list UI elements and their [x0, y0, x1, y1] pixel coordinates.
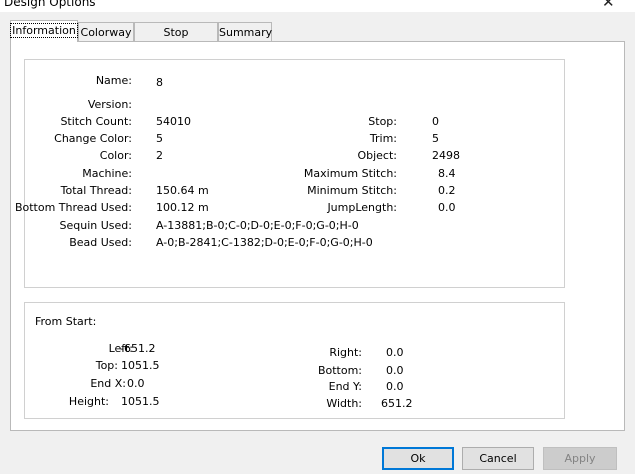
jump-length-label: JumpLength: [327, 201, 397, 214]
top-label: Top: [95, 359, 118, 372]
tab-summary-label: Summary [219, 26, 273, 39]
tab-information-label: Information [10, 23, 78, 38]
title-bar: Design Options ✕ [0, 0, 635, 12]
change-color-value: 5 [156, 132, 163, 145]
stop-label: Stop: [368, 115, 397, 128]
height-label: Height: [68, 395, 109, 408]
from-start-heading: From Start: [35, 315, 97, 328]
left-value: -651.2 [120, 342, 156, 355]
tab-colorway-label: Colorway [80, 26, 132, 39]
object-label: Object: [357, 149, 397, 162]
maximum-stitch-label: Maximum Stitch: [303, 167, 397, 180]
end-y-label: End Y: [328, 380, 362, 393]
ok-button[interactable]: Ok [382, 447, 454, 470]
minimum-stitch-value: 0.2 [438, 184, 456, 197]
trim-value: 5 [432, 132, 439, 145]
bead-used-label: Bead Used: [69, 236, 132, 249]
apply-button[interactable]: Apply [543, 447, 617, 470]
total-thread-value: 150.64 m [156, 184, 209, 197]
right-value: 0.0 [386, 346, 404, 359]
end-x-label: End X: [90, 377, 126, 390]
top-value: 1051.5 [121, 359, 160, 372]
maximum-stitch-value: 8.4 [438, 167, 456, 180]
stop-value: 0 [432, 115, 439, 128]
bottom-label: Bottom: [317, 364, 362, 377]
change-color-label: Change Color: [54, 132, 132, 145]
tab-summary[interactable]: Summary [218, 22, 272, 41]
end-y-value: 0.0 [386, 380, 404, 393]
name-label: Name: [95, 74, 132, 87]
design-info-group: Name: 8 Version: Stitch Count: 54010 Cha… [15, 59, 565, 288]
stitch-count-value: 54010 [156, 115, 191, 128]
end-x-value: 0.0 [127, 377, 145, 390]
color-label: Color: [99, 149, 132, 162]
object-value: 2498 [432, 149, 460, 162]
total-thread-label: Total Thread: [60, 184, 132, 197]
bottom-value: 0.0 [386, 364, 404, 377]
bottom-thread-label: Bottom Thread Used: [14, 201, 132, 214]
minimum-stitch-label: Minimum Stitch: [307, 184, 397, 197]
machine-label: Machine: [82, 167, 132, 180]
tab-information[interactable]: Information [10, 20, 78, 42]
trim-label: Trim: [369, 132, 397, 145]
cancel-button[interactable]: Cancel [462, 447, 534, 470]
stitch-count-label: Stitch Count: [60, 115, 132, 128]
right-label: Right: [329, 346, 362, 359]
color-value: 2 [156, 149, 163, 162]
from-start-group: From Start: Left: -651.2 Top: 1051.5 End… [24, 302, 565, 419]
sequin-used-label: Sequin Used: [59, 219, 132, 232]
window-title: Design Options [4, 0, 96, 9]
name-value: 8 [156, 76, 163, 89]
bead-used-value: A-0;B-2841;C-1382;D-0;E-0;F-0;G-0;H-0 [156, 236, 373, 249]
bottom-thread-value: 100.12 m [156, 201, 209, 214]
close-icon[interactable]: ✕ [602, 0, 615, 11]
tab-stop-sequence[interactable]: Stop Sequence [134, 22, 218, 58]
tab-colorway[interactable]: Colorway [78, 22, 134, 41]
sequin-used-value: A-13881;B-0;C-0;D-0;E-0;F-0;G-0;H-0 [156, 219, 359, 232]
height-value: 1051.5 [121, 395, 160, 408]
jump-length-value: 0.0 [438, 201, 456, 214]
width-value: 651.2 [381, 397, 413, 410]
version-label: Version: [87, 98, 132, 111]
width-label: Width: [326, 397, 362, 410]
